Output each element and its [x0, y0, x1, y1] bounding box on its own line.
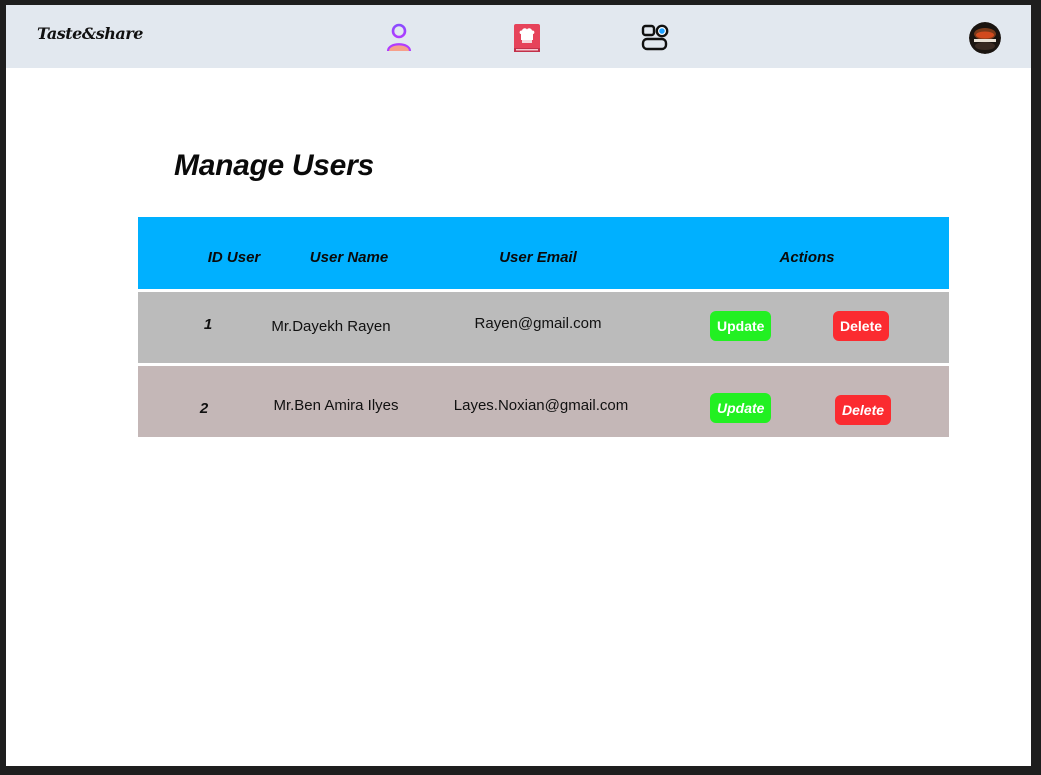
- users-table: ID User User Name User Email Actions 1 M…: [138, 217, 949, 437]
- app-window: Taste&share Manage Users ID User User Na…: [6, 5, 1031, 766]
- top-navbar: Taste&share: [6, 5, 1031, 68]
- cell-user-name: Mr.Dayekh Rayen: [271, 318, 391, 335]
- column-header-name: User Name: [309, 249, 389, 266]
- cell-user-id: 2: [199, 400, 209, 417]
- user-avatar[interactable]: [969, 22, 1001, 54]
- cell-user-id: 1: [203, 316, 213, 333]
- cell-user-email: Layes.Noxian@gmail.com: [453, 397, 629, 414]
- update-button[interactable]: Update: [710, 393, 772, 423]
- cell-user-name: Mr.Ben Amira Ilyes: [273, 397, 399, 414]
- table-row: 2 Mr.Ben Amira Ilyes Layes.Noxian@gmail.…: [138, 366, 949, 437]
- recipe-book-icon[interactable]: [513, 23, 541, 53]
- delete-button[interactable]: Delete: [835, 395, 892, 425]
- cell-user-email: Rayen@gmail.com: [474, 315, 602, 332]
- column-header-actions: Actions: [779, 249, 835, 266]
- column-header-email: User Email: [499, 249, 577, 266]
- brand-logo[interactable]: Taste&share: [37, 24, 143, 43]
- user-profile-icon[interactable]: [386, 23, 412, 53]
- update-button[interactable]: Update: [710, 311, 772, 341]
- table-row: 1 Mr.Dayekh Rayen Rayen@gmail.com Update…: [138, 292, 949, 363]
- page-title: Manage Users: [174, 149, 374, 182]
- column-header-id: ID User: [207, 249, 261, 266]
- table-header: ID User User Name User Email Actions: [138, 217, 949, 289]
- delete-button[interactable]: Delete: [833, 311, 890, 341]
- dashboard-icon[interactable]: [641, 24, 669, 52]
- avatar-image-icon: [969, 22, 1001, 54]
